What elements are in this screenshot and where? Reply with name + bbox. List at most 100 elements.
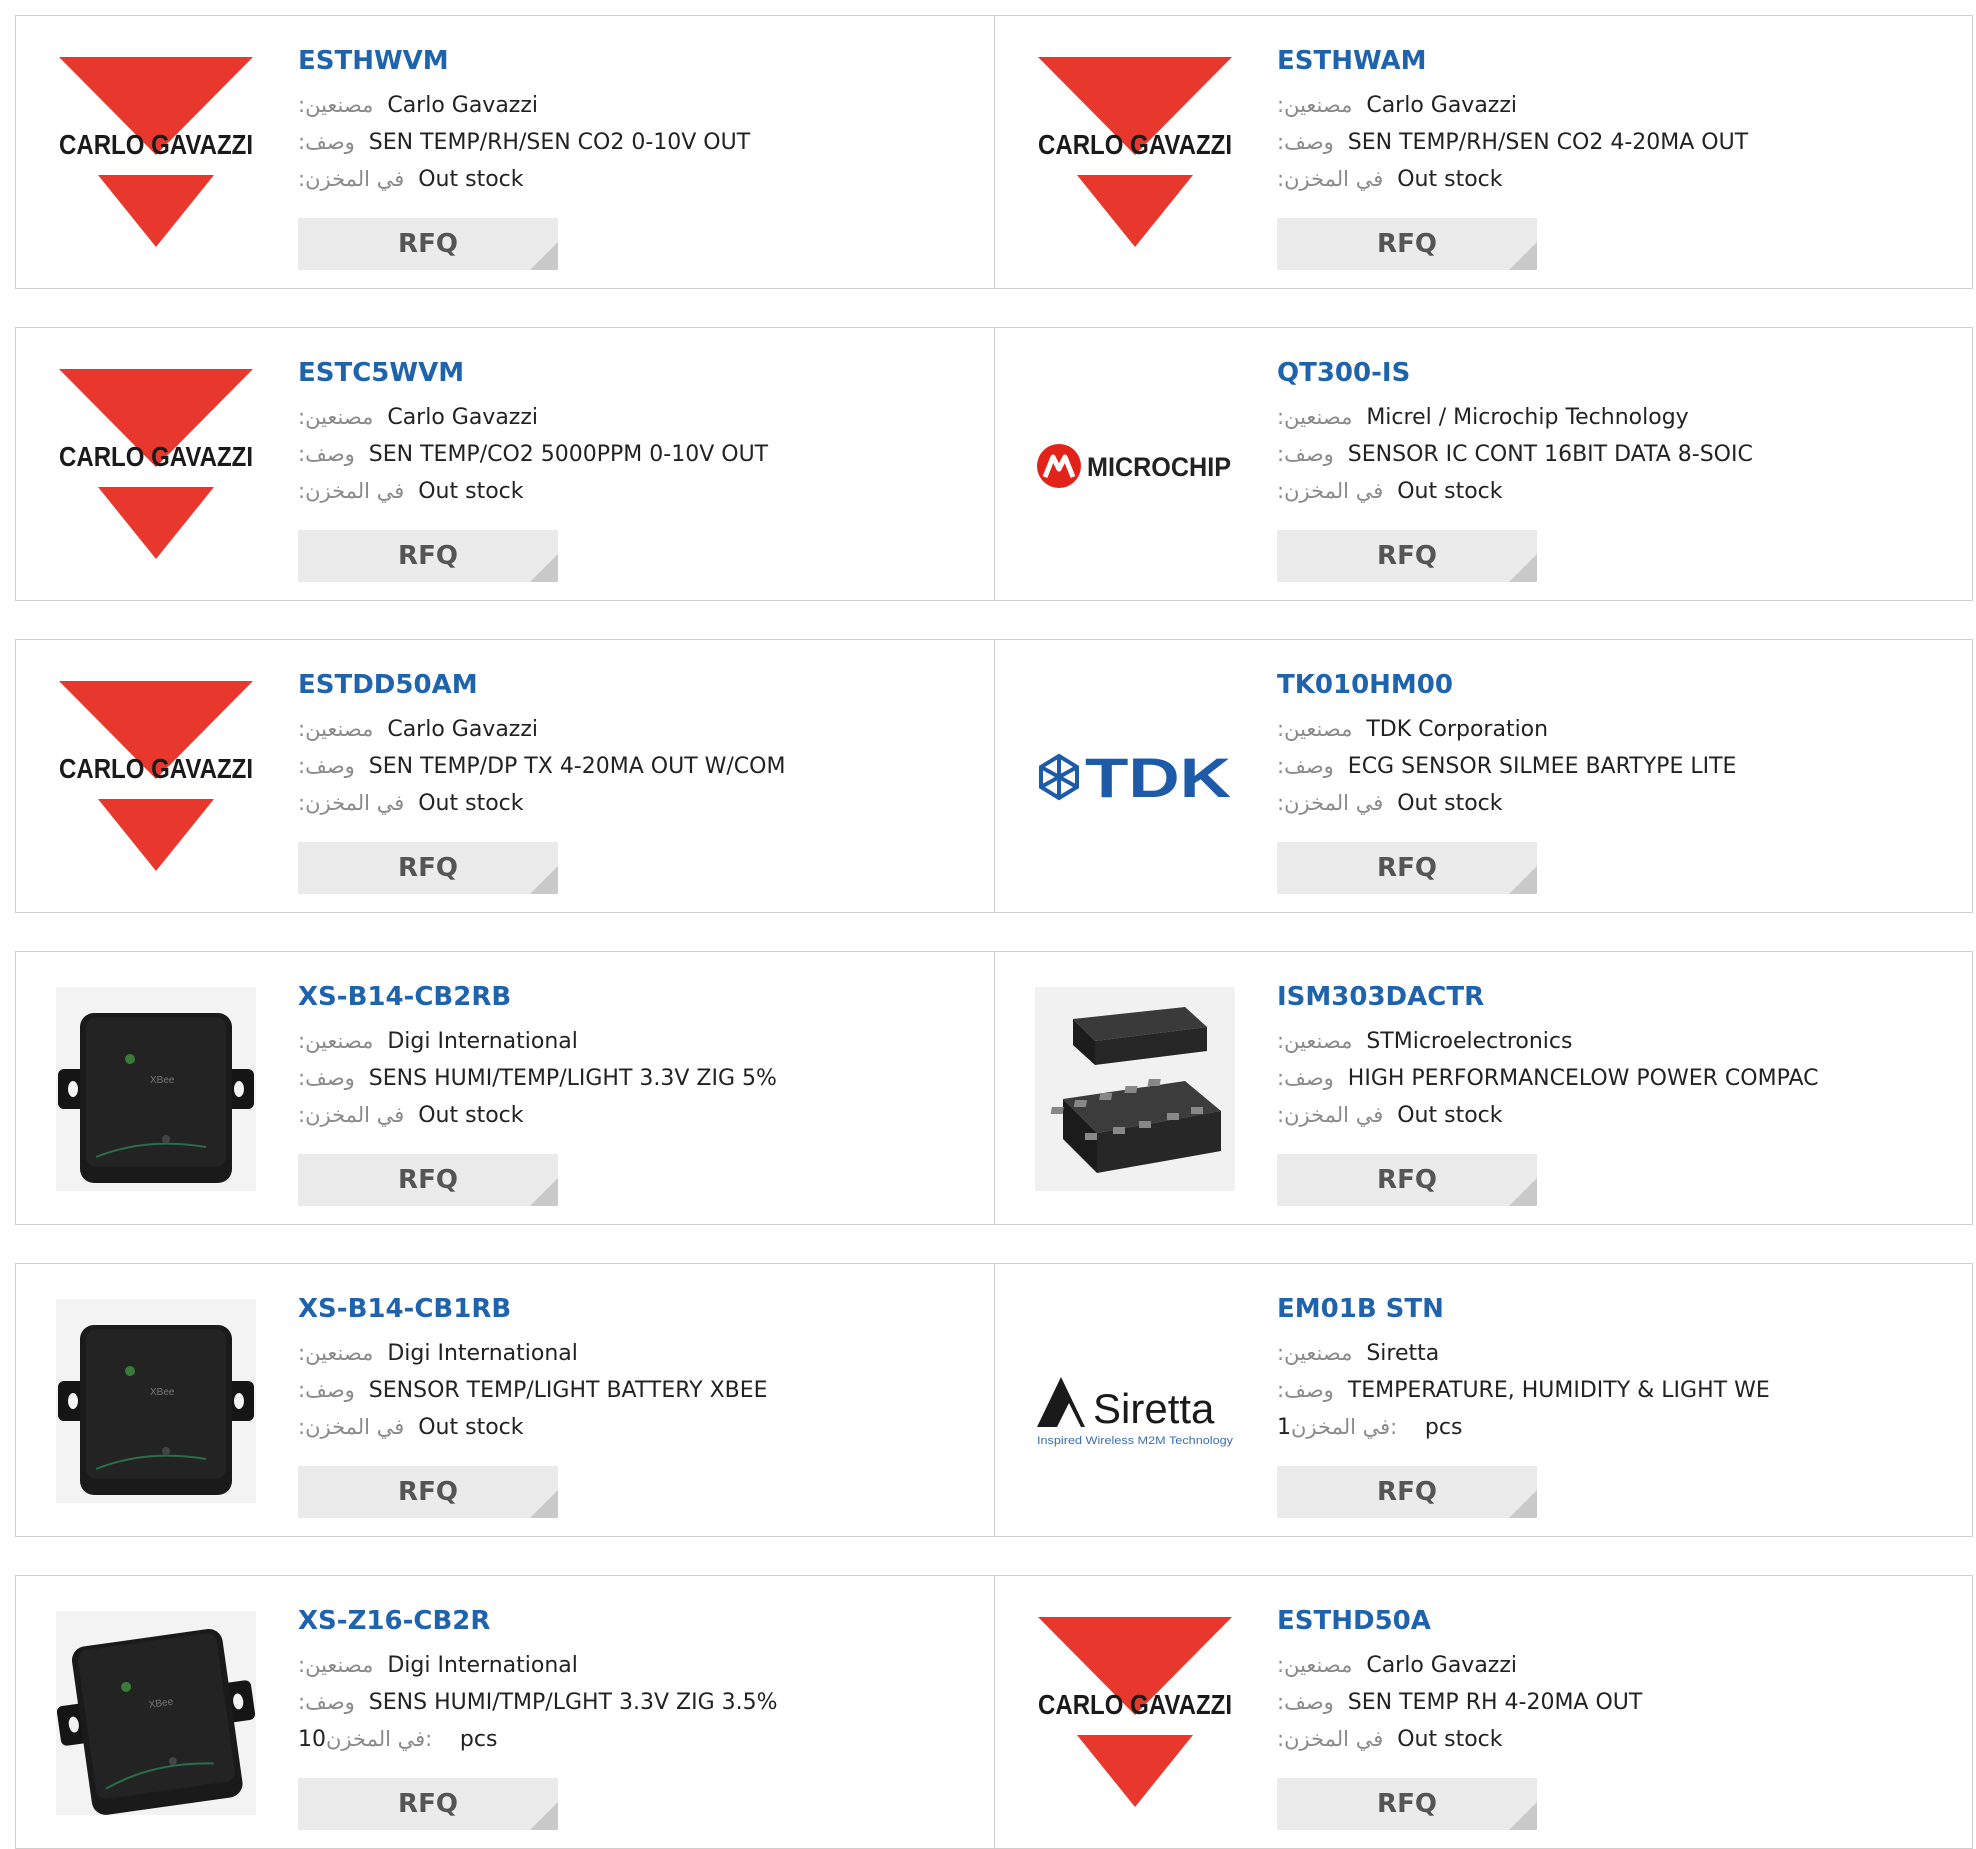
manufacturer-label: :مصنعين (1277, 1029, 1353, 1053)
rfq-button[interactable]: RFQ (1277, 1466, 1537, 1518)
product-card: XBee XS-Z16-CB2R :مصنعين Digi Internatio… (16, 1576, 994, 1848)
description-value: SEN TEMP RH 4-20MA OUT (1347, 1690, 1643, 1715)
manufacturer-line: :مصنعين Digi International (298, 1647, 984, 1684)
rfq-button[interactable]: RFQ (298, 842, 558, 894)
manufacturer-logo[interactable]: CARLO GAVAZZI (56, 51, 256, 255)
description-label: :وصف (298, 442, 355, 466)
part-number-link[interactable]: ESTHWAM (1277, 46, 1962, 76)
part-number-link[interactable]: ESTDD50AM (298, 670, 984, 700)
part-number-link[interactable]: TK010HM00 (1277, 670, 1962, 700)
manufacturer-logo[interactable]: CARLO GAVAZZI (56, 363, 256, 567)
tdk-logo: TDK (1039, 746, 1231, 809)
rfq-button[interactable]: RFQ (298, 218, 558, 270)
logo-text: CARLO GAVAZZI (59, 441, 253, 472)
rfq-button[interactable]: RFQ (298, 530, 558, 582)
description-value: TEMPERATURE, HUMIDITY & LIGHT WE (1347, 1378, 1770, 1403)
description-line: :وصف SENSOR IC CONT 16BIT DATA 8-SOIC (1277, 436, 1962, 473)
stock-value: Out stock (418, 167, 524, 192)
product-info: ESTHD50A :مصنعين Carlo Gavazzi :وصف SEN … (1277, 1606, 1962, 1758)
product-row: XBee XS-B14-CB2RB :مصنعين Digi Internati… (15, 951, 1973, 1225)
part-number-link[interactable]: ISM303DACTR (1277, 982, 1962, 1012)
manufacturer-logo[interactable]: CARLO GAVAZZI (1035, 1611, 1235, 1815)
manufacturer-logo[interactable] (1035, 987, 1235, 1191)
rfq-button[interactable]: RFQ (1277, 218, 1537, 270)
description-label: :وصف (1277, 1690, 1334, 1714)
product-info: XS-B14-CB1RB :مصنعين Digi International … (298, 1294, 984, 1446)
description-line: :وصف SENSOR TEMP/LIGHT BATTERY XBEE (298, 1372, 984, 1409)
stock-line: :في المخزن Out stock (298, 1097, 984, 1134)
description-label: :وصف (298, 130, 355, 154)
part-number-link[interactable]: XS-Z16-CB2R (298, 1606, 984, 1636)
product-card: CARLO GAVAZZI ESTDD50AM :مصنعين Carlo Ga… (16, 640, 994, 912)
stock-line: :في المخزن Out stock (1277, 1097, 1962, 1134)
carlo-gavazzi-logo: CARLO GAVAZZI (59, 681, 253, 871)
description-value: SEN TEMP/DP TX 4-20MA OUT W/COM (368, 754, 786, 779)
logo-text: CARLO GAVAZZI (59, 129, 253, 160)
product-row: CARLO GAVAZZI ESTDD50AM :مصنعين Carlo Ga… (15, 639, 1973, 913)
manufacturer-logo[interactable]: XBee (56, 987, 256, 1191)
manufacturer-logo[interactable]: Siretta Inspired Wireless M2M Technology (1035, 1299, 1235, 1503)
manufacturer-logo[interactable]: XBee (56, 1611, 256, 1815)
manufacturer-label: :مصنعين (1277, 1341, 1353, 1365)
manufacturer-value: Carlo Gavazzi (1366, 93, 1518, 118)
manufacturer-logo[interactable]: MICROCHIP (1035, 363, 1235, 567)
description-label: :وصف (1277, 130, 1334, 154)
description-value: SENS HUMI/TEMP/LIGHT 3.3V ZIG 5% (368, 1066, 777, 1091)
description-label: :وصف (298, 1378, 355, 1402)
stock-label: :في المخزن (1277, 1103, 1384, 1127)
stock-label: :في المخزن (298, 167, 405, 191)
part-number-link[interactable]: ESTHD50A (1277, 1606, 1962, 1636)
rfq-button[interactable]: RFQ (1277, 1154, 1537, 1206)
product-card: CARLO GAVAZZI ESTHWAM :مصنعين Carlo Gava… (994, 16, 1972, 288)
rfq-button[interactable]: RFQ (1277, 530, 1537, 582)
manufacturer-value: TDK Corporation (1366, 717, 1549, 742)
manufacturer-value: Digi International (387, 1341, 578, 1366)
part-number-link[interactable]: QT300-IS (1277, 358, 1962, 388)
rfq-button[interactable]: RFQ (1277, 1778, 1537, 1830)
rfq-button[interactable]: RFQ (298, 1466, 558, 1518)
product-info: XS-B14-CB2RB :مصنعين Digi International … (298, 982, 984, 1134)
product-row: XBee XS-Z16-CB2R :مصنعين Digi Internatio… (15, 1575, 1973, 1849)
manufacturer-logo[interactable]: CARLO GAVAZZI (1035, 51, 1235, 255)
part-number-link[interactable]: ESTHWVM (298, 46, 984, 76)
manufacturer-line: :مصنعين STMicroelectronics (1277, 1023, 1962, 1060)
xbee-label: XBee (150, 1387, 175, 1398)
stock-unit: pcs (459, 1727, 498, 1752)
part-number-link[interactable]: EM01B STN (1277, 1294, 1962, 1324)
microchip-logo: MICROCHIP (1037, 444, 1231, 488)
manufacturer-logo[interactable]: XBee (56, 1299, 256, 1503)
manufacturer-value: Siretta (1366, 1341, 1440, 1366)
rfq-button[interactable]: RFQ (298, 1154, 558, 1206)
manufacturer-logo[interactable]: TDK (1035, 675, 1235, 879)
part-number-link[interactable]: XS-B14-CB2RB (298, 982, 984, 1012)
product-card: CARLO GAVAZZI ESTHD50A :مصنعين Carlo Gav… (994, 1576, 1972, 1848)
part-number-link[interactable]: XS-B14-CB1RB (298, 1294, 984, 1324)
stock-line: :في المخزن Out stock (298, 785, 984, 822)
product-info: TK010HM00 :مصنعين TDK Corporation :وصف E… (1277, 670, 1962, 822)
manufacturer-line: :مصنعين Carlo Gavazzi (298, 399, 984, 436)
manufacturer-line: :مصنعين Carlo Gavazzi (1277, 87, 1962, 124)
product-card: MICROCHIP QT300-IS :مصنعين Micrel / Micr… (994, 328, 1972, 600)
stock-label: :في المخزن (298, 479, 405, 503)
description-value: SEN TEMP/CO2 5000PPM 0-10V OUT (368, 442, 769, 467)
rfq-button[interactable]: RFQ (1277, 842, 1537, 894)
manufacturer-label: :مصنعين (298, 405, 374, 429)
description-line: :وصف SENS HUMI/TEMP/LIGHT 3.3V ZIG 5% (298, 1060, 984, 1097)
manufacturer-value: Carlo Gavazzi (387, 93, 539, 118)
description-line: :وصف SEN TEMP/RH/SEN CO2 0-10V OUT (298, 124, 984, 161)
product-row: CARLO GAVAZZI ESTC5WVM :مصنعين Carlo Gav… (15, 327, 1973, 601)
manufacturer-line: :مصنعين Digi International (298, 1023, 984, 1060)
product-card: ISM303DACTR :مصنعين STMicroelectronics :… (994, 952, 1972, 1224)
part-number-link[interactable]: ESTC5WVM (298, 358, 984, 388)
stock-value: Out stock (1397, 167, 1503, 192)
carlo-gavazzi-logo: CARLO GAVAZZI (59, 369, 253, 559)
description-value: SEN TEMP/RH/SEN CO2 4-20MA OUT (1347, 130, 1749, 155)
description-label: :وصف (1277, 1378, 1334, 1402)
manufacturer-label: :مصنعين (1277, 1653, 1353, 1677)
lga-chip-image (1035, 987, 1235, 1191)
stock-value: Out stock (418, 479, 524, 504)
rfq-button[interactable]: RFQ (298, 1778, 558, 1830)
carlo-gavazzi-logo: CARLO GAVAZZI (1038, 1617, 1232, 1807)
manufacturer-value: Carlo Gavazzi (387, 717, 539, 742)
manufacturer-logo[interactable]: CARLO GAVAZZI (56, 675, 256, 879)
